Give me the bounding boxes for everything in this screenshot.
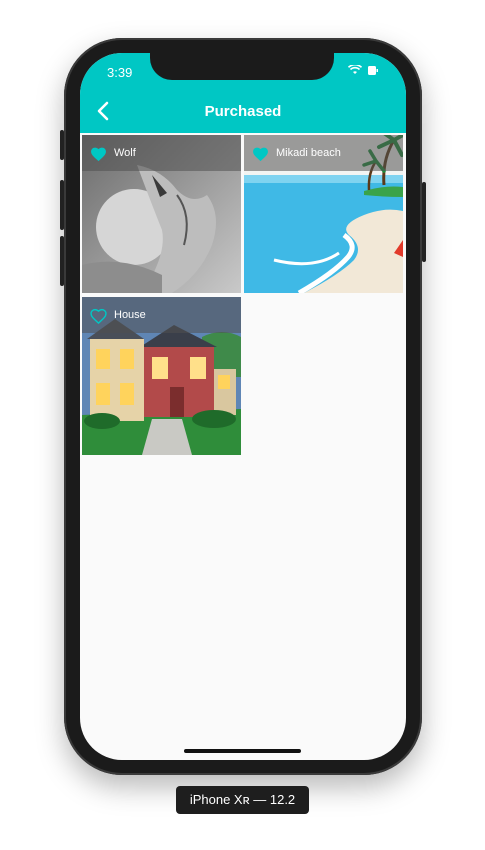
side-button: [60, 130, 64, 160]
item-label-bar: Wolf: [82, 135, 241, 171]
side-button: [60, 236, 64, 286]
battery-icon: [368, 65, 378, 75]
heart-filled-icon[interactable]: [252, 146, 269, 162]
side-button: [60, 180, 64, 230]
heart-filled-icon[interactable]: [90, 146, 107, 162]
notch: [150, 53, 334, 80]
home-indicator[interactable]: [184, 749, 301, 753]
item-name: Mikadi beach: [276, 147, 341, 159]
item-label-bar: House: [82, 297, 241, 333]
device-caption: iPhone Xʀ — 12.2: [176, 786, 309, 814]
item-name: Wolf: [114, 147, 136, 159]
grid-item-wolf[interactable]: Wolf: [82, 135, 241, 293]
heart-outline-icon[interactable]: [90, 308, 107, 324]
grid-item-house[interactable]: House: [82, 297, 241, 455]
status-time: 3:39: [107, 65, 133, 80]
item-name: House: [114, 309, 146, 321]
side-button: [422, 182, 426, 262]
page-title: Purchased: [204, 103, 282, 120]
app-bar: 3:39 Purchased: [80, 53, 406, 133]
item-label-bar: Mikadi beach: [244, 135, 403, 171]
wifi-icon: [348, 65, 362, 74]
status-icons: [348, 65, 378, 75]
grid-item-mikadi-beach[interactable]: Mikadi beach: [244, 135, 403, 293]
screen: 3:39 Purchased Wolf Mikadi beach House: [80, 53, 406, 760]
